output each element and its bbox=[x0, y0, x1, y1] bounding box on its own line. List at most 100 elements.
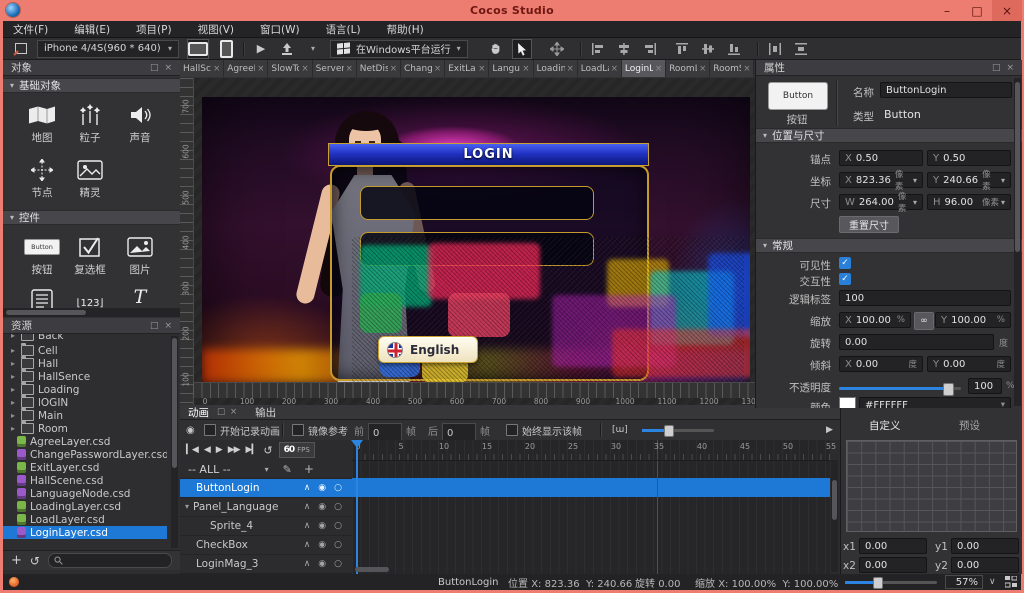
add-animation-icon[interactable]: + bbox=[304, 462, 314, 476]
tab-exitlayer[interactable]: ExitLay× bbox=[445, 60, 489, 77]
collapse-icon[interactable]: ∧ bbox=[304, 559, 311, 569]
opacity-slider[interactable] bbox=[839, 387, 961, 390]
scale-y-input[interactable]: Y100.00% bbox=[935, 312, 1011, 328]
file-row-selected[interactable]: LoginLayer.csd bbox=[3, 526, 167, 539]
opacity-input[interactable]: 100 bbox=[968, 378, 1002, 394]
menu-view[interactable]: 视图(V) bbox=[198, 22, 234, 37]
close-icon[interactable]: × bbox=[164, 321, 172, 331]
tab-loadlayer[interactable]: LoadLa× bbox=[578, 60, 622, 77]
refresh-button[interactable]: ↺ bbox=[30, 554, 40, 568]
section-general[interactable]: ▾ 常规 bbox=[756, 238, 1022, 253]
section-basic-objects[interactable]: ▾ 基础对象 bbox=[3, 78, 180, 93]
menu-help[interactable]: 帮助(H) bbox=[387, 22, 424, 37]
float-panel-icon[interactable]: □ bbox=[150, 63, 159, 73]
section-controls[interactable]: ▾ 控件 bbox=[3, 210, 180, 225]
skew-y-input[interactable]: Y0.00度 bbox=[927, 356, 1011, 372]
folder-row[interactable]: ▸lOGIN bbox=[3, 396, 167, 409]
coord-y-input[interactable]: Y240.66像素▾ bbox=[927, 172, 1011, 188]
scale-x-input[interactable]: X100.00% bbox=[839, 312, 911, 328]
visibility-eye-icon[interactable]: ◉ bbox=[318, 559, 326, 569]
close-icon[interactable]: × bbox=[478, 64, 485, 74]
object-particle[interactable]: 粒子 bbox=[64, 100, 116, 145]
layer-filter-dropdown[interactable]: -- ALL -- bbox=[180, 463, 231, 476]
timeline-hscrollbar[interactable] bbox=[355, 567, 389, 572]
folder-row[interactable]: ▸Room bbox=[3, 422, 167, 435]
timeline-vscrollbar[interactable] bbox=[831, 460, 838, 572]
new-window-icon[interactable] bbox=[11, 40, 29, 58]
rotation-input[interactable]: 0.00 bbox=[839, 334, 994, 350]
object-map[interactable]: 地图 bbox=[16, 100, 68, 145]
layer-row-checkbox[interactable]: CheckBox ∧◉○ bbox=[180, 535, 352, 555]
distribute-horizontal-icon[interactable] bbox=[766, 40, 784, 58]
zoom-dropdown[interactable]: ∨ bbox=[989, 577, 996, 587]
tab-netdis[interactable]: NetDis× bbox=[357, 60, 401, 77]
record-icon[interactable]: ◉ bbox=[186, 420, 195, 440]
transform-tool[interactable] bbox=[548, 40, 566, 58]
close-icon[interactable]: × bbox=[164, 63, 172, 73]
record-checkbox[interactable] bbox=[204, 420, 216, 440]
menu-window[interactable]: 窗口(W) bbox=[260, 22, 300, 37]
close-icon[interactable]: × bbox=[213, 64, 220, 74]
tab-output[interactable]: 输出 bbox=[255, 405, 276, 420]
close-icon[interactable]: × bbox=[743, 64, 750, 74]
folder-row[interactable]: ▸Cell bbox=[3, 344, 167, 357]
tab-language[interactable]: Langua× bbox=[489, 60, 533, 77]
hand-tool[interactable] bbox=[486, 40, 504, 58]
lock-circle-icon[interactable]: ○ bbox=[334, 559, 342, 569]
english-language-button[interactable]: English bbox=[378, 336, 478, 363]
design-canvas[interactable]: 700 600 500 400 300 200 100 bbox=[180, 78, 755, 406]
float-panel-icon[interactable]: □ bbox=[150, 321, 159, 331]
object-sprite[interactable]: 精灵 bbox=[64, 155, 116, 200]
lock-circle-icon[interactable]: ○ bbox=[334, 483, 342, 493]
timeline-zoom-slider[interactable] bbox=[642, 429, 714, 432]
onion-skin-icon[interactable]: [ɯ] bbox=[612, 420, 628, 440]
align-middle-icon[interactable] bbox=[699, 40, 717, 58]
folder-row[interactable]: ▸Back bbox=[3, 334, 167, 342]
edit-pencil-icon[interactable]: ✎ bbox=[283, 463, 292, 476]
visibility-eye-icon[interactable]: ◉ bbox=[318, 521, 326, 531]
layer-row-panel-language[interactable]: ▾ Panel_Language ∧◉○ bbox=[180, 497, 352, 517]
tab-loginlayer-active[interactable]: LoginL× bbox=[622, 60, 666, 77]
mirror-checkbox[interactable] bbox=[292, 420, 304, 440]
file-row[interactable]: AgreeLayer.csd bbox=[3, 435, 167, 448]
close-icon[interactable]: × bbox=[1006, 63, 1014, 73]
section-position-size[interactable]: ▾ 位置与尺寸 bbox=[756, 128, 1022, 143]
size-w-input[interactable]: W264.00像素▾ bbox=[839, 194, 923, 210]
tab-change[interactable]: Change× bbox=[401, 60, 445, 77]
layer-row-loginmag3[interactable]: LoginMag_3 ∧◉○ bbox=[180, 554, 352, 574]
close-button[interactable]: × bbox=[992, 0, 1022, 21]
loop-button[interactable]: ↺ bbox=[263, 444, 272, 457]
color-input[interactable]: #FFFFFF▾ bbox=[859, 397, 1011, 408]
file-row[interactable]: ExitLayer.csd bbox=[3, 461, 167, 474]
select-tool[interactable] bbox=[512, 39, 532, 59]
zoom-slider[interactable] bbox=[845, 581, 937, 584]
fps-box[interactable]: 60FPS bbox=[279, 442, 315, 458]
resources-vscrollbar[interactable] bbox=[171, 336, 178, 548]
tab-hallscene[interactable]: HallSc× bbox=[180, 60, 224, 77]
color-swatch[interactable] bbox=[839, 397, 856, 408]
add-resource-button[interactable]: + bbox=[11, 553, 22, 568]
object-sound[interactable]: 声音 bbox=[114, 100, 166, 145]
play-button[interactable]: ▶ bbox=[252, 40, 270, 58]
fit-screen-icon[interactable] bbox=[1005, 576, 1017, 588]
next-marker-icon[interactable]: ▶ bbox=[826, 420, 833, 440]
close-icon[interactable]: × bbox=[522, 64, 529, 74]
portrait-toggle[interactable] bbox=[217, 40, 235, 58]
close-icon[interactable]: × bbox=[301, 64, 308, 74]
object-image[interactable]: 图片 bbox=[114, 232, 166, 277]
publish-caret[interactable]: ▾ bbox=[304, 40, 322, 58]
visibility-eye-icon[interactable]: ◉ bbox=[318, 540, 326, 550]
close-icon[interactable]: × bbox=[230, 407, 237, 417]
menu-project[interactable]: 项目(P) bbox=[136, 22, 172, 37]
align-top-icon[interactable] bbox=[673, 40, 691, 58]
object-button[interactable]: Button 按钮 bbox=[16, 232, 68, 277]
playhead-marker[interactable] bbox=[351, 440, 363, 454]
tab-animation[interactable]: 动画 bbox=[188, 405, 209, 420]
minimize-button[interactable]: – bbox=[932, 0, 962, 21]
align-bottom-icon[interactable] bbox=[725, 40, 743, 58]
x1-input[interactable]: 0.00 bbox=[859, 538, 927, 554]
fast-forward-button[interactable]: ▶▶ bbox=[228, 445, 240, 455]
platform-select[interactable]: 在Windows平台运行 ▾ bbox=[330, 40, 468, 58]
skew-x-input[interactable]: X0.00度 bbox=[839, 356, 923, 372]
close-icon[interactable]: × bbox=[434, 64, 441, 74]
